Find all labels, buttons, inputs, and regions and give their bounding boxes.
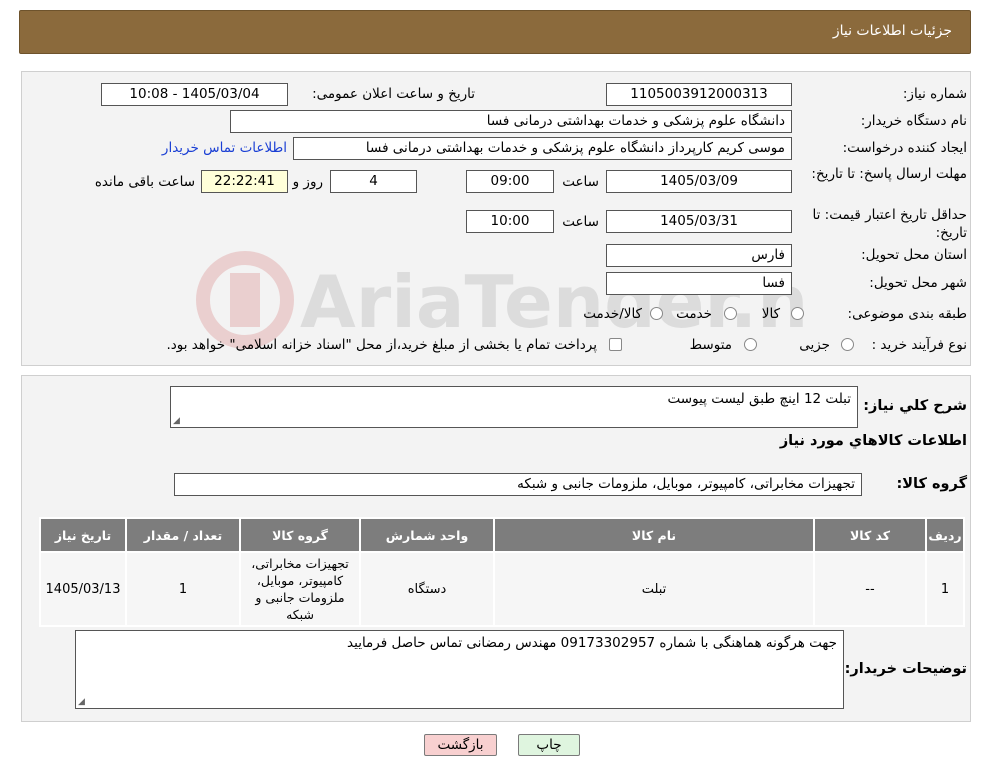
send-time-field: 09:00 <box>466 170 554 193</box>
send-time-label: ساعت <box>562 174 599 190</box>
goods-info-heading: اطلاعات کالاهاي مورد نياز <box>779 433 967 449</box>
cell-code: -- <box>813 552 927 627</box>
resize-grip-icon[interactable]: ◢ <box>173 416 180 426</box>
back-button[interactable]: بازگشت <box>424 734 497 756</box>
process-option-small: جزیی <box>799 337 830 353</box>
cell-row: 1 <box>925 552 965 627</box>
col-unit: واحد شمارش <box>359 517 495 553</box>
col-date: تاریخ نیاز <box>39 517 127 553</box>
process-option-medium: متوسط <box>689 337 732 353</box>
page-header: جزئیات اطلاعات نیاز <box>19 10 971 54</box>
buyer-notes-label: توضیحات خریدار: <box>844 661 967 677</box>
resize-grip-icon[interactable]: ◢ <box>78 697 85 707</box>
city-label: شهر محل تحویل: <box>869 275 967 291</box>
requester-field: موسی کریم کارپرداز دانشگاه علوم پزشکی و … <box>293 137 792 160</box>
announce-datetime-field: 1405/03/04 - 10:08 <box>101 83 288 106</box>
table-row: 1 -- تبلت دستگاه تجهیزات مخابراتی، کامپی… <box>39 552 965 627</box>
send-deadline-label: مهلت ارسال پاسخ: تا تاریخ: <box>811 166 967 182</box>
days-label: روز و <box>292 174 323 190</box>
category-option-both: کالا/خدمت <box>583 306 642 322</box>
send-date-field: 1405/03/09 <box>606 170 792 193</box>
city-field: فسا <box>606 272 792 295</box>
days-remaining-field: 4 <box>330 170 417 193</box>
description-label: شرح کلي نياز: <box>863 398 967 414</box>
goods-table: ردیف کد کالا نام کالا واحد شمارش گروه کا… <box>39 517 965 627</box>
goods-group-label: گروه کالا: <box>896 476 967 492</box>
process-radio-small[interactable] <box>841 338 854 351</box>
goods-group-field: تجهیزات مخابراتی، کامپیوتر، موبایل، ملزو… <box>174 473 862 496</box>
category-option-service: خدمت <box>676 306 712 322</box>
col-name: نام کالا <box>493 517 815 553</box>
col-row: ردیف <box>925 517 965 553</box>
validity-time-label: ساعت <box>562 214 599 230</box>
category-radio-service[interactable] <box>724 307 737 320</box>
cell-qty: 1 <box>125 552 241 627</box>
table-header-row: ردیف کد کالا نام کالا واحد شمارش گروه کا… <box>39 517 965 553</box>
category-option-goods: کالا <box>761 306 780 322</box>
description-text: تبلت 12 اینچ طبق لیست پیوست <box>667 391 851 407</box>
page-title: جزئیات اطلاعات نیاز <box>832 23 952 39</box>
cell-date: 1405/03/13 <box>39 552 127 627</box>
category-radio-goods[interactable] <box>791 307 804 320</box>
description-textarea[interactable]: تبلت 12 اینچ طبق لیست پیوست ◢ <box>170 386 858 428</box>
price-validity-label: حداقل تاریخ اعتبار قیمت: تا تاریخ: <box>812 207 967 241</box>
print-button[interactable]: چاپ <box>518 734 580 756</box>
need-number-label: شماره نیاز: <box>902 86 967 102</box>
validity-date-field: 1405/03/31 <box>606 210 792 233</box>
process-note: پرداخت تمام یا بخشی از مبلغ خرید،از محل … <box>166 337 597 353</box>
province-field: فارس <box>606 244 792 267</box>
process-radio-medium[interactable] <box>744 338 757 351</box>
buyer-notes-text: جهت هرگونه هماهنگی با شماره 09173302957 … <box>347 635 837 651</box>
need-number-field: 1105003912000313 <box>606 83 792 106</box>
process-type-label: نوع فرآیند خرید : <box>871 337 967 353</box>
requester-label: ایجاد کننده درخواست: <box>842 140 967 156</box>
remaining-time-field: 22:22:41 <box>201 170 288 193</box>
cell-unit: دستگاه <box>359 552 495 627</box>
remaining-label: ساعت باقی مانده <box>94 174 195 190</box>
col-code: کد کالا <box>813 517 927 553</box>
announce-datetime-label: تاریخ و ساعت اعلان عمومی: <box>312 86 475 102</box>
cell-group: تجهیزات مخابراتی، کامپیوتر، موبایل، ملزو… <box>239 552 361 627</box>
buyer-contact-link[interactable]: اطلاعات تماس خریدار <box>162 140 287 156</box>
buyer-org-label: نام دستگاه خریدار: <box>860 113 967 129</box>
buyer-notes-textarea[interactable]: جهت هرگونه هماهنگی با شماره 09173302957 … <box>75 630 844 709</box>
category-label: طبقه بندی موضوعی: <box>847 306 967 322</box>
col-group: گروه کالا <box>239 517 361 553</box>
buyer-org-field: دانشگاه علوم پزشکی و خدمات بهداشتی درمان… <box>230 110 792 133</box>
province-label: استان محل تحویل: <box>861 247 967 263</box>
cell-name: تبلت <box>493 552 815 627</box>
category-radio-both[interactable] <box>650 307 663 320</box>
process-checkbox-treasury[interactable] <box>609 338 622 351</box>
col-qty: تعداد / مقدار <box>125 517 241 553</box>
validity-time-field: 10:00 <box>466 210 554 233</box>
